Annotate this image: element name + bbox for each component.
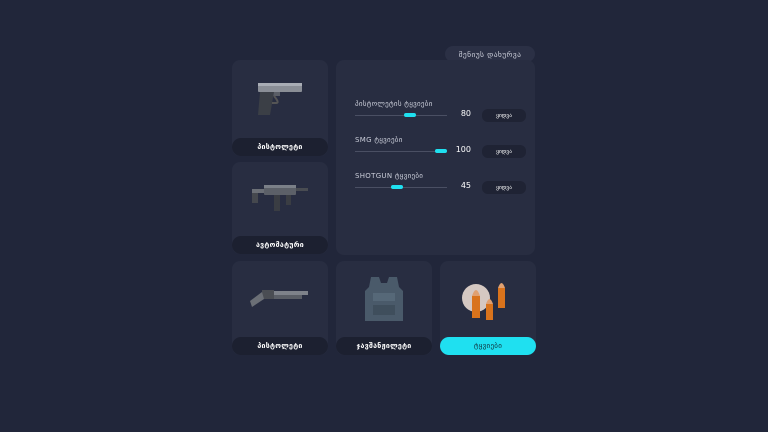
- shotgun-icon: [232, 261, 328, 337]
- ammo-row-title: პისტოლეტის ტყვიები: [355, 100, 433, 108]
- smg-icon: [232, 162, 328, 236]
- weapon-card-smg[interactable]: ავტომატური: [232, 162, 328, 254]
- armor-card[interactable]: ჯავშანჟილეტი: [336, 261, 432, 355]
- ammo-icon: [440, 261, 536, 337]
- weapon-card-pistol[interactable]: პისტოლეტი: [232, 60, 328, 156]
- weapon-card-label: პისტოლეტი: [232, 138, 328, 156]
- ammo-slider-thumb[interactable]: [391, 185, 404, 189]
- armor-card-label: ჯავშანჟილეტი: [336, 337, 432, 355]
- ammo-card-label: ტყვიები: [440, 337, 536, 355]
- weapon-card-shotgun[interactable]: პისტოლეტი: [232, 261, 328, 355]
- ammo-slider-track[interactable]: [355, 151, 447, 152]
- ammo-row-title: SMG ტყვიები: [355, 136, 403, 144]
- ammo-value: 45: [460, 181, 471, 190]
- ammo-slider-thumb[interactable]: [404, 113, 417, 117]
- ammo-slider-track[interactable]: [355, 115, 447, 116]
- ammo-value: 80: [460, 109, 471, 118]
- ammo-row-pistol: პისტოლეტის ტყვიები 80 ყიდვა: [355, 100, 526, 122]
- ammo-row-shotgun: SHOTGUN ტყვიები 45 ყიდვა: [355, 172, 526, 194]
- ammo-panel: პისტოლეტის ტყვიები 80 ყიდვა SMG ტყვიები …: [336, 60, 535, 255]
- armor-vest-icon: [336, 261, 432, 337]
- ammo-row-smg: SMG ტყვიები 100 ყიდვა: [355, 136, 526, 158]
- ammo-card[interactable]: ტყვიები: [440, 261, 536, 355]
- ammo-row-title: SHOTGUN ტყვიები: [355, 172, 424, 180]
- ammo-value: 100: [455, 145, 471, 154]
- buy-button[interactable]: ყიდვა: [482, 109, 526, 122]
- pistol-icon: [232, 60, 328, 138]
- buy-button[interactable]: ყიდვა: [482, 145, 526, 158]
- ammo-slider-thumb[interactable]: [434, 149, 447, 153]
- buy-button[interactable]: ყიდვა: [482, 181, 526, 194]
- weapon-card-label: პისტოლეტი: [232, 337, 328, 355]
- weapon-card-label: ავტომატური: [232, 236, 328, 254]
